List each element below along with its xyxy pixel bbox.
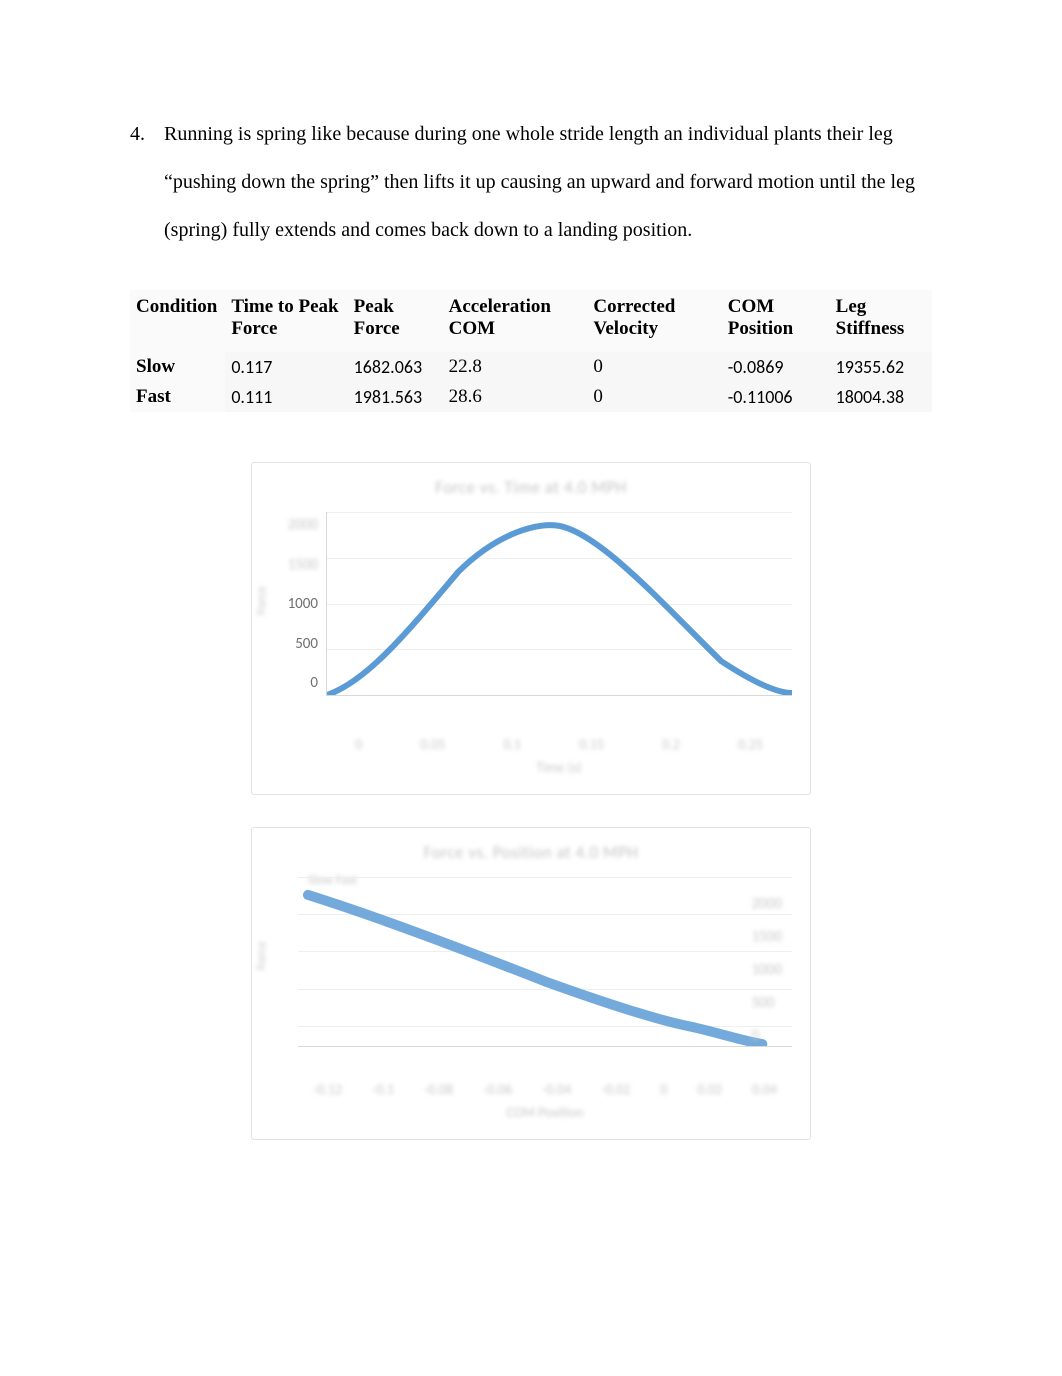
row-label-fast: Fast <box>130 382 225 412</box>
col-peak-force: Peak Force <box>348 290 443 352</box>
cell: -0.0869 <box>722 352 830 382</box>
x-tick: 0.25 <box>738 736 763 753</box>
x-tick: -0.06 <box>483 1081 512 1098</box>
cell: 22.8 <box>443 352 588 382</box>
y-tick: 500 <box>752 994 782 1012</box>
y-tick: 1000 <box>752 961 782 979</box>
y-tick: 1500 <box>288 556 318 574</box>
x-axis-label: COM Position <box>298 1104 792 1121</box>
table-header-row: Condition Time to Peak Force Peak Force … <box>130 290 932 352</box>
x-axis: -0.12 -0.1 -0.08 -0.06 -0.04 -0.02 0 0.0… <box>298 1081 792 1098</box>
y-tick: 0 <box>310 674 318 692</box>
x-tick: -0.1 <box>372 1081 394 1098</box>
plot-area <box>326 512 792 696</box>
col-time-to-peak-force: Time to Peak Force <box>225 290 347 352</box>
cell: 18004.38 <box>830 382 932 412</box>
data-table: Condition Time to Peak Force Peak Force … <box>130 290 932 412</box>
cell: 0.111 <box>225 382 347 412</box>
x-tick: 0 <box>355 736 362 753</box>
x-tick: 0.02 <box>697 1081 722 1098</box>
list-number: 4. <box>130 110 164 254</box>
chart-title: Force vs. Time at 4.0 MPH <box>270 477 792 498</box>
cell: 0 <box>587 352 721 382</box>
cell: 1682.063 <box>348 352 443 382</box>
x-tick: -0.04 <box>542 1081 571 1098</box>
y-axis-right: 2000 1500 1000 500 0 <box>752 895 782 1045</box>
y-tick: 2000 <box>288 516 318 534</box>
cell: 28.6 <box>443 382 588 412</box>
y-tick: 1500 <box>752 928 782 946</box>
x-tick: -0.08 <box>424 1081 453 1098</box>
x-tick: -0.12 <box>313 1081 342 1098</box>
chart-title: Force vs. Position at 4.0 MPH <box>270 842 792 863</box>
col-com-position: COM Position <box>722 290 830 352</box>
data-table-container: Condition Time to Peak Force Peak Force … <box>130 290 932 412</box>
x-tick: 0 <box>660 1081 667 1098</box>
y-tick: 0 <box>752 1027 782 1045</box>
numbered-list-item: 4. Running is spring like because during… <box>130 110 932 254</box>
cell: 0 <box>587 382 721 412</box>
x-axis: 0 0.05 0.1 0.15 0.2 0.25 <box>326 736 792 753</box>
cell: 19355.62 <box>830 352 932 382</box>
x-tick: 0.15 <box>579 736 604 753</box>
col-acceleration-com: Acceleration COM <box>443 290 588 352</box>
x-tick: 0.1 <box>503 736 521 753</box>
col-leg-stiffness: Leg Stiffness <box>830 290 932 352</box>
y-tick: 500 <box>295 635 318 653</box>
x-axis-label: Time (s) <box>326 759 792 776</box>
y-tick: 2000 <box>752 895 782 913</box>
x-tick: 0.04 <box>752 1081 777 1098</box>
x-tick: 0.2 <box>662 736 680 753</box>
y-axis-label: Force <box>255 941 270 970</box>
chart-force-vs-time: Force vs. Time at 4.0 MPH Force 2000 150… <box>251 462 811 795</box>
col-condition: Condition <box>130 290 225 352</box>
line-curve-icon <box>298 877 792 1046</box>
row-label-slow: Slow <box>130 352 225 382</box>
x-tick: -0.02 <box>601 1081 630 1098</box>
col-corrected-velocity: Corrected Velocity <box>587 290 721 352</box>
table-row: Slow 0.117 1682.063 22.8 0 -0.0869 19355… <box>130 352 932 382</box>
list-body-text: Running is spring like because during on… <box>164 110 932 254</box>
x-tick: 0.05 <box>420 736 445 753</box>
cell: -0.11006 <box>722 382 830 412</box>
y-axis-label: Force <box>255 586 270 615</box>
plot-area: Slow Fast 2000 1500 1000 500 0 <box>298 877 792 1047</box>
cell: 0.117 <box>225 352 347 382</box>
cell: 1981.563 <box>348 382 443 412</box>
chart-force-vs-position: Force vs. Position at 4.0 MPH Force Slow… <box>251 827 811 1140</box>
line-curve-icon <box>327 512 792 695</box>
y-tick: 1000 <box>288 595 318 613</box>
y-axis: 2000 1500 1000 500 0 <box>270 512 326 692</box>
table-row: Fast 0.111 1981.563 28.6 0 -0.11006 1800… <box>130 382 932 412</box>
